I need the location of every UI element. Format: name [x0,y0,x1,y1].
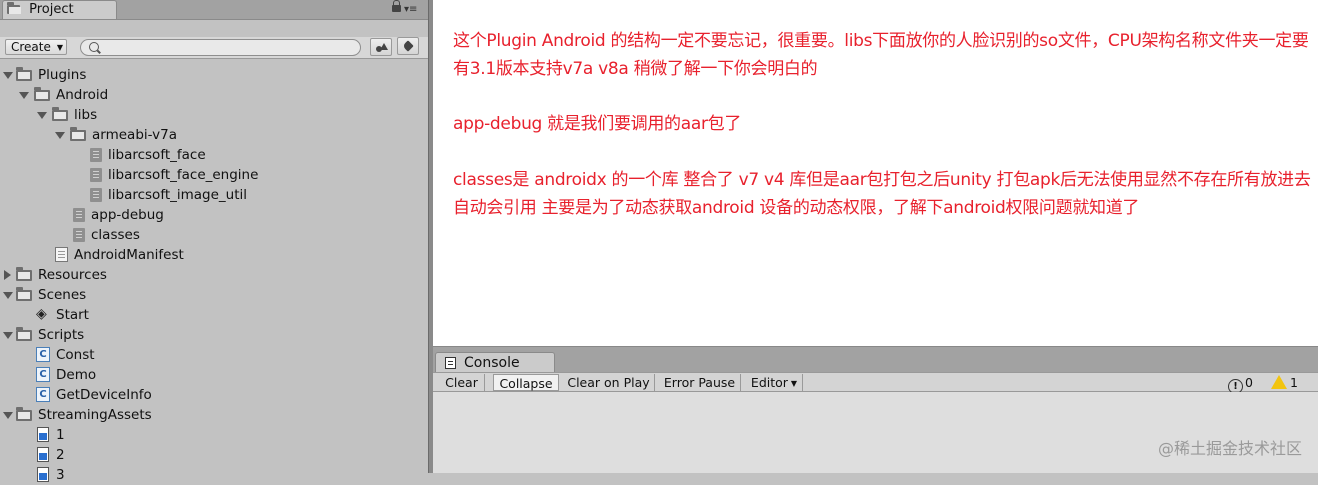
csharp-script-icon: C [36,387,50,402]
clear-button[interactable]: Clear [439,374,485,391]
plugin-file-icon [90,168,102,182]
tree-item-label: 1 [56,427,65,443]
folder-icon [52,107,68,121]
csharp-script-icon: C [36,367,50,382]
search-icon [89,42,99,52]
expand-arrow-icon[interactable] [3,412,13,419]
console-panel: Console Clear Collapse Clear on Play Err… [433,346,1318,473]
expand-arrow-icon[interactable] [19,92,29,99]
create-button[interactable]: Create ▼ [5,39,67,55]
console-tab[interactable]: Console [435,352,555,373]
lock-icon[interactable] [392,0,401,12]
folder-icon [16,287,32,301]
editor-dropdown[interactable]: Editor ▼ [746,374,803,391]
warning-toggle[interactable]: 1 [1271,374,1311,391]
tree-item-label: libarcsoft_face [108,147,206,163]
info-toggle[interactable]: ! 0 [1228,374,1266,394]
image-file-icon [37,447,49,462]
tree-item-label: Start [56,307,89,323]
project-toolbar: Create ▼ [0,37,428,59]
project-tab-label: Project [29,2,74,17]
folder-icon [16,267,32,281]
expand-arrow-icon[interactable] [3,292,13,299]
folder-icon [16,327,32,341]
article-paragraph: classes是 androidx 的一个库 整合了 v7 v4 库但是aar包… [453,170,1311,218]
unity-scene-icon: ◈ [36,306,47,322]
clear-on-play-button[interactable]: Clear on Play [563,374,655,391]
image-file-icon [37,467,49,482]
warning-count: 1 [1290,375,1298,390]
project-panel: Project ▾≡ Create ▼ Plugins Android libs… [0,0,428,483]
expand-arrow-icon[interactable] [3,332,13,339]
folder-icon [16,407,32,421]
folder-icon [34,87,50,101]
create-button-label: Create [11,40,51,54]
console-log-area[interactable] [433,392,1318,473]
tree-item-label: Plugins [38,67,87,83]
article-paragraph: app-debug 就是我们要调用的aar包了 [453,114,742,134]
tree-item-label: Scripts [38,327,85,343]
article-paragraph: 这个Plugin Android 的结构一定不要忘记，很重要。libs下面放你的… [453,31,1309,79]
tree-item-label: Const [56,347,95,363]
tree-item-label: AndroidManifest [74,247,184,263]
folder-icon [70,127,86,141]
tree-item-label: libarcsoft_image_util [108,187,248,203]
csharp-script-icon: C [36,347,50,362]
filter-by-label-button[interactable] [397,37,419,55]
plugin-file-icon [73,208,85,222]
tree-item-label: Android [56,87,109,103]
console-tab-label: Console [464,355,520,371]
tree-item-label: classes [91,227,140,243]
folder-icon [16,67,32,81]
plugin-file-icon [90,148,102,162]
error-pause-button[interactable]: Error Pause [659,374,741,391]
tree-item-label: app-debug [91,207,164,223]
tree-item-label: Scenes [38,287,87,303]
watermark: @稀土掘金技术社区 [1157,439,1302,458]
search-input[interactable] [103,41,357,56]
collapse-arrow-icon[interactable] [4,270,11,280]
search-field[interactable] [80,39,361,56]
shapes-icon [376,43,388,52]
console-icon [445,357,456,369]
tree-item-label: Demo [56,367,97,383]
warning-icon [1271,375,1287,389]
console-tabbar: Console [433,346,1318,373]
info-count: 0 [1245,375,1253,390]
editor-dropdown-label: Editor [750,375,788,390]
panel-menu-icon[interactable]: ▾≡ [404,5,424,17]
expand-arrow-icon[interactable] [55,132,65,139]
tree-item-label: libs [74,107,98,123]
text-file-icon [55,247,68,262]
collapse-button[interactable]: Collapse [493,374,559,391]
tree-item-label: Resources [38,267,107,283]
tree-item-label: libarcsoft_face_engine [108,167,259,183]
dropdown-arrow-icon: ▼ [56,43,63,52]
project-tab[interactable]: Project [2,0,117,19]
tag-icon [402,40,414,52]
expand-arrow-icon[interactable] [37,112,47,119]
tree-item-label: 2 [56,447,65,463]
tree-item-label: StreamingAssets [38,407,152,423]
filter-by-type-button[interactable] [370,38,392,56]
dropdown-arrow-icon: ▼ [790,379,798,388]
folder-icon [7,2,21,14]
image-file-icon [37,427,49,442]
plugin-file-icon [73,228,85,242]
project-tabbar: Project ▾≡ [0,0,428,20]
plugin-file-icon [90,188,102,202]
tree-item-label: GetDeviceInfo [56,387,152,403]
article-text-panel: 这个Plugin Android 的结构一定不要忘记，很重要。libs下面放你的… [433,0,1318,346]
tree-item-label: armeabi-v7a [92,127,177,143]
expand-arrow-icon[interactable] [3,72,13,79]
console-toolbar: Clear Collapse Clear on Play Error Pause… [433,372,1318,394]
tree-item-label: 3 [56,467,65,483]
